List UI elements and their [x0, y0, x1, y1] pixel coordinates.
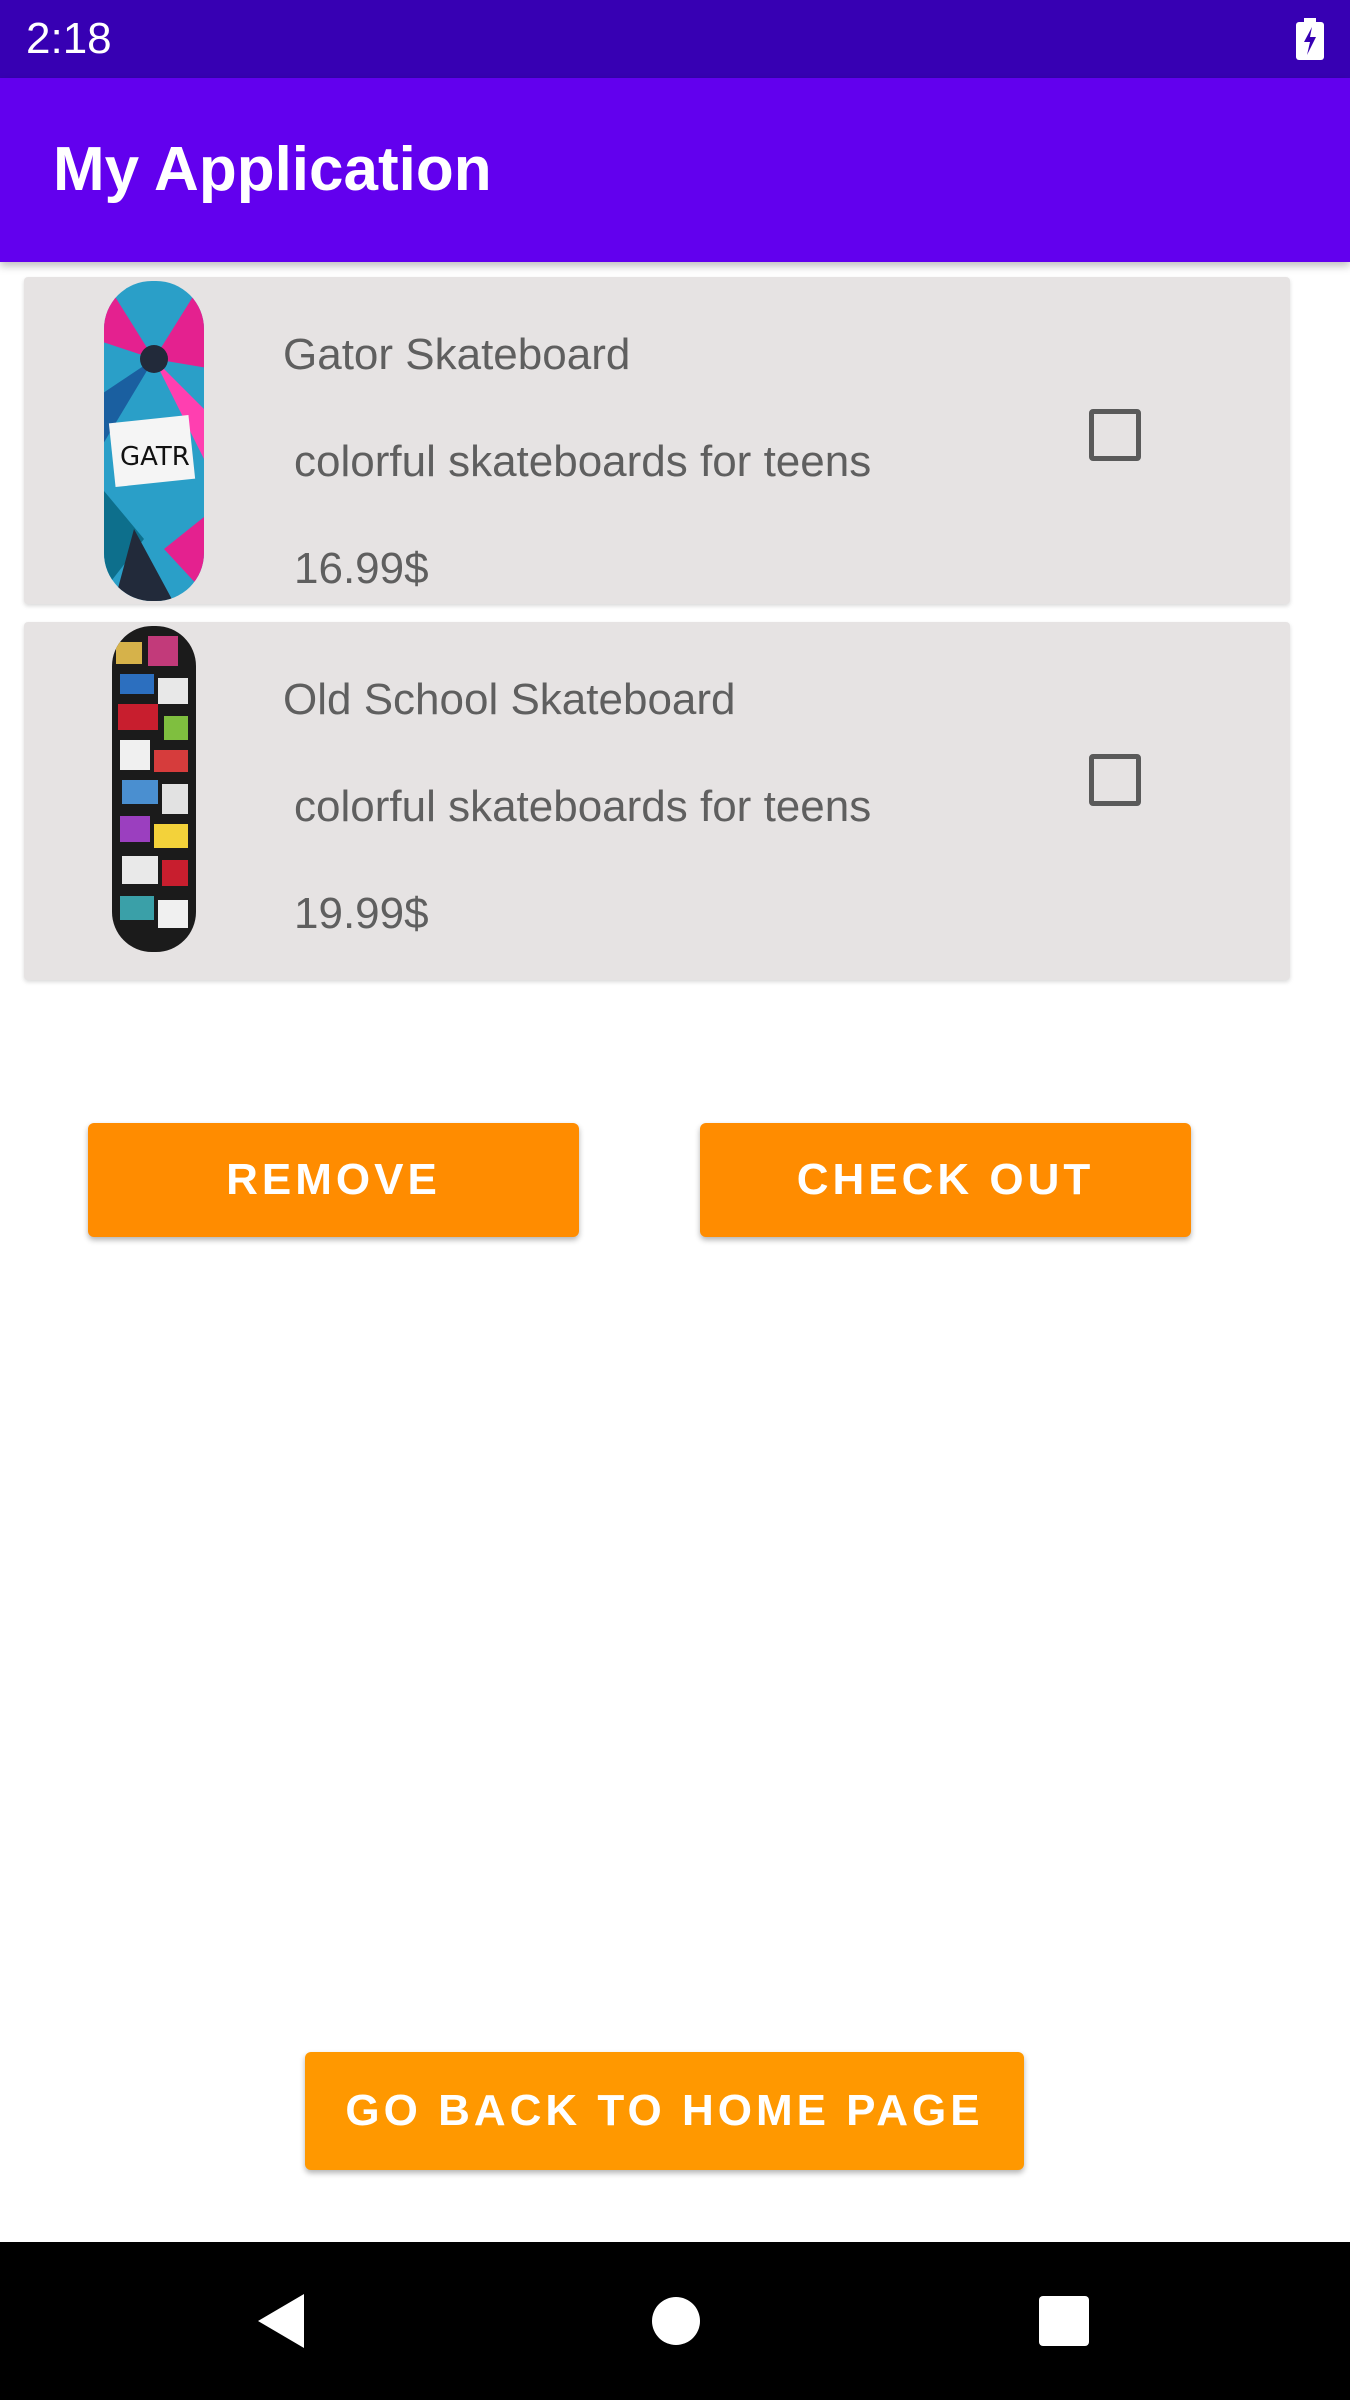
item-description: colorful skateboards for teens — [294, 782, 872, 831]
status-bar: 2:18 — [0, 0, 1350, 78]
app-title: My Application — [53, 135, 492, 204]
item-name: Old School Skateboard — [283, 675, 736, 724]
item-description: colorful skateboards for teens — [294, 437, 872, 486]
item-checkbox[interactable] — [1089, 754, 1141, 806]
item-price: 16.99$ — [294, 544, 429, 593]
gator-skateboard-image: GATR — [104, 281, 204, 601]
battery-charging-icon — [1296, 18, 1324, 60]
remove-button[interactable]: REMOVE — [88, 1123, 579, 1237]
go-back-home-button[interactable]: GO BACK TO HOME PAGE — [305, 2052, 1024, 2170]
status-time: 2:18 — [26, 14, 112, 63]
cart-item: Old School Skateboard colorful skateboar… — [24, 622, 1290, 980]
app-bar: My Application — [0, 78, 1350, 262]
item-name: Gator Skateboard — [283, 330, 631, 379]
back-icon[interactable] — [256, 2292, 306, 2350]
cart-item: GATR Gator Skateboard colorful skateboar… — [24, 277, 1290, 604]
old-school-skateboard-image — [112, 626, 196, 952]
check-out-button[interactable]: CHECK OUT — [700, 1123, 1191, 1237]
navigation-bar — [0, 2242, 1350, 2400]
item-price: 19.99$ — [294, 889, 429, 938]
home-icon[interactable] — [651, 2296, 701, 2346]
recents-icon[interactable] — [1039, 2296, 1089, 2346]
item-checkbox[interactable] — [1089, 409, 1141, 461]
svg-text:GATR: GATR — [120, 442, 190, 472]
